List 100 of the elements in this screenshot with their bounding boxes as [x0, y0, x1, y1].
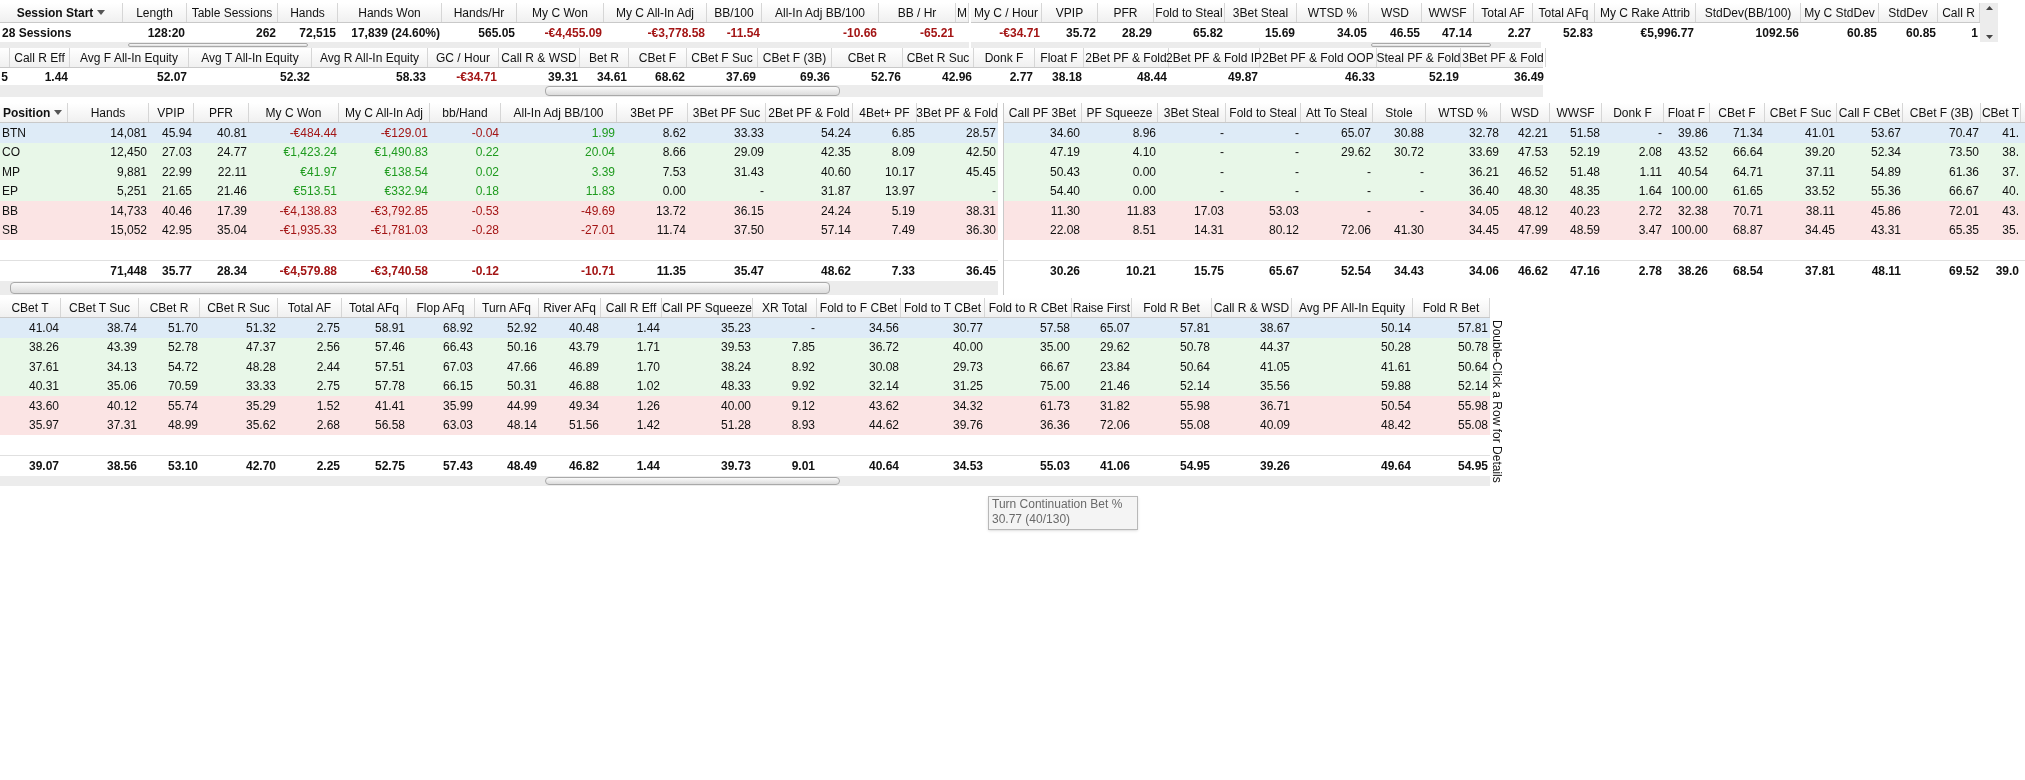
horizontal-scrollbar[interactable]	[0, 85, 1543, 97]
column-header[interactable]: StdDev(BB/100)	[1696, 3, 1801, 22]
column-header[interactable]: Turn AFq	[475, 298, 539, 317]
horizontal-scrollbar[interactable]	[0, 476, 1490, 486]
column-header[interactable]: CBet F (3B)	[1903, 103, 1981, 122]
vertical-scrollbar[interactable]	[1980, 3, 1998, 42]
column-header[interactable]: My C StdDev	[1801, 3, 1879, 22]
column-header[interactable]: CBet F Suc	[1765, 103, 1837, 122]
column-header[interactable]: Call R Eff	[601, 298, 662, 317]
table-row[interactable]: 11.30 11.83 17.03 53.03 - - 34.05 48.12 40.23 2.72 32.38 70.71 38.11 45.86 72.01 43.	[1004, 201, 2025, 221]
column-header[interactable]: My C All-In Adj	[604, 3, 707, 22]
column-header[interactable]: Avg R All-In Equity	[312, 48, 428, 67]
column-header[interactable]: CBet R	[139, 298, 200, 317]
column-header[interactable]: GC / Hour	[428, 48, 499, 67]
column-header[interactable]: Total AF	[1474, 3, 1533, 22]
column-header[interactable]: WTSD %	[1297, 3, 1369, 22]
scrollbar-thumb[interactable]	[1371, 42, 1491, 48]
table-row[interactable]: 50.43 0.00 - - - - 36.21 46.52 51.48 1.11 40.54 64.71 37.11 54.89 61.36 37.	[1004, 162, 2025, 182]
column-header[interactable]: Call PF Squeeze	[662, 298, 753, 317]
column-header[interactable]: VPIP	[149, 103, 194, 122]
column-header[interactable]: Fold to Steal	[1226, 103, 1301, 122]
column-header[interactable]: WSD	[1369, 3, 1422, 22]
column-header[interactable]: Avg F All-In Equity	[70, 48, 189, 67]
table-row[interactable]: 40.31 35.06 70.59 33.33 2.75 57.78 66.15 50.31 46.88 1.02 48.33 9.92 32.14 31.25 75.00 21.46 52.14 35.56 59.88 52.14	[0, 376, 1490, 396]
column-header[interactable]: 2Bet PF & Fold	[766, 103, 853, 122]
column-header[interactable]: Avg T All-In Equity	[189, 48, 312, 67]
column-header[interactable]: 4Bet+ PF	[853, 103, 917, 122]
column-header[interactable]: Total AFq	[1533, 3, 1595, 22]
table-row[interactable]: 41.04 38.74 51.70 51.32 2.75 58.91 68.92 52.92 40.48 1.44 35.23 - 34.56 30.77 57.58 65.07 57.81 38.67 50.14 57.81	[0, 318, 1490, 338]
column-header[interactable]: My C All-In Adj	[339, 103, 430, 122]
column-header[interactable]: Length	[123, 3, 187, 22]
table-row[interactable]: EP 5,251 21.65 21.46 €513.51 €332.94 0.18 11.83 0.00 - 31.87 13.97 -	[0, 181, 998, 201]
column-header[interactable]: bb/Hand	[430, 103, 501, 122]
column-header[interactable]: CBet R Suc	[200, 298, 278, 317]
column-header[interactable]: Bet R	[580, 48, 629, 67]
column-header[interactable]: CBet F	[629, 48, 687, 67]
column-header[interactable]: Fold R Bet	[1413, 298, 1490, 317]
column-header[interactable]: Avg PF All-In Equity	[1292, 298, 1413, 317]
column-header[interactable]: BB / Hr	[879, 3, 956, 22]
column-header[interactable]: My C Won	[249, 103, 339, 122]
column-header[interactable]: BB/100	[707, 3, 762, 22]
column-header[interactable]: Hands/Hr	[442, 3, 517, 22]
column-header[interactable]: Call R & WSD	[499, 48, 580, 67]
column-header[interactable]: CBet R	[832, 48, 903, 67]
scroll-down-icon[interactable]	[1985, 35, 1993, 39]
column-header[interactable]: CBet F Suc	[687, 48, 758, 67]
table-row[interactable]: 47.19 4.10 - - 29.62 30.72 33.69 47.53 52.19 2.08 43.52 66.64 39.20 52.34 73.50 38.	[1004, 142, 2025, 162]
column-header[interactable]: Fold to R CBet	[985, 298, 1072, 317]
table-row[interactable]: BTN 14,081 45.94 40.81 -€484.44 -€129.01 -0.04 1.99 8.62 33.33 54.24 6.85 28.57	[0, 123, 998, 143]
horizontal-scrollbar[interactable]	[0, 281, 998, 295]
column-header[interactable]: 3Bet Steal	[1225, 3, 1297, 22]
column-header[interactable]: Position	[0, 103, 68, 122]
column-header[interactable]: Hands	[68, 103, 149, 122]
column-header[interactable]: Donk F	[1602, 103, 1664, 122]
column-header[interactable]: XR Total	[753, 298, 817, 317]
horizontal-scrollbar[interactable]	[971, 42, 1541, 48]
column-header[interactable]: Call F CBet	[1837, 103, 1903, 122]
column-header[interactable]: PFR	[1098, 3, 1154, 22]
column-header[interactable]: Fold to T CBet	[901, 298, 985, 317]
column-header[interactable]: 3Bet PF & Fold	[1461, 48, 1546, 67]
column-header[interactable]: Fold to Steal	[1154, 3, 1225, 22]
column-header[interactable]: All-In Adj BB/100	[762, 3, 879, 22]
table-row[interactable]: SB 15,052 42.95 35.04 -€1,935.33 -€1,781.03 -0.28 -27.01 11.74 37.50 57.14 7.49 36.30	[0, 220, 998, 240]
column-header[interactable]: 3Bet PF Suc	[688, 103, 766, 122]
scrollbar-thumb[interactable]	[128, 42, 308, 48]
column-header[interactable]: 3Bet Steal	[1158, 103, 1226, 122]
column-header[interactable]: My C / Hour	[971, 3, 1042, 22]
column-header[interactable]: Total AF	[278, 298, 342, 317]
column-header[interactable]: All-In Adj BB/100	[501, 103, 617, 122]
column-header[interactable]: CBet T Suc	[61, 298, 139, 317]
column-header[interactable]: Att To Steal	[1301, 103, 1373, 122]
column-header[interactable]: Donk F	[974, 48, 1035, 67]
table-row[interactable]: 34.60 8.96 - - 65.07 30.88 32.78 42.21 51.58 - 39.86 71.34 41.01 53.67 70.47 41.	[1004, 123, 2025, 143]
column-header[interactable]: StdDev	[1879, 3, 1938, 22]
table-row[interactable]: BB 14,733 40.46 17.39 -€4,138.83 -€3,792.85 -0.53 -49.69 13.72 36.15 24.24 5.19 38.31	[0, 201, 998, 221]
column-header[interactable]: WWSF	[1422, 3, 1474, 22]
scrollbar-thumb[interactable]	[545, 86, 840, 96]
column-header[interactable]: My C Rake Attrib	[1595, 3, 1696, 22]
column-header[interactable]: WSD	[1501, 103, 1550, 122]
scroll-up-icon[interactable]	[1985, 6, 1993, 10]
column-header[interactable]: Fold to F CBet	[817, 298, 901, 317]
column-header[interactable]: Table Sessions	[187, 3, 278, 22]
column-header[interactable]: 3Bet PF	[617, 103, 688, 122]
horizontal-scrollbar[interactable]	[0, 42, 969, 48]
column-header[interactable]: Raise First	[1072, 298, 1132, 317]
column-header[interactable]: Stole	[1373, 103, 1426, 122]
table-row[interactable]: 37.61 34.13 54.72 48.28 2.44 57.51 67.03 47.66 46.89 1.70 38.24 8.92 30.08 29.73 66.67 23.84 50.64 41.05 41.61 50.64	[0, 357, 1490, 377]
column-header[interactable]: Call R & WSD	[1212, 298, 1292, 317]
column-header[interactable]: CBet F	[1710, 103, 1765, 122]
column-header[interactable]: My C Won	[517, 3, 604, 22]
column-header[interactable]: Call R Eff	[10, 48, 70, 67]
column-header[interactable]: Hands	[278, 3, 338, 22]
column-header[interactable]: VPIP	[1042, 3, 1098, 22]
column-header[interactable]: WWSF	[1550, 103, 1602, 122]
column-header[interactable]: Float F	[1664, 103, 1710, 122]
table-row[interactable]: 43.60 40.12 55.74 35.29 1.52 41.41 35.99 44.99 49.34 1.26 40.00 9.12 43.62 34.32 61.73 31.82 55.98 36.71 50.54 55.98	[0, 396, 1490, 416]
column-header[interactable]: Total AFq	[342, 298, 407, 317]
column-header[interactable]: PFR	[194, 103, 249, 122]
column-header[interactable]: 3Bet PF & Fold	[917, 103, 998, 122]
table-row[interactable]: 22.08 8.51 14.31 80.12 72.06 41.30 34.45 47.99 48.59 3.47 100.00 68.87 34.45 43.31 65.35 35.	[1004, 220, 2025, 240]
